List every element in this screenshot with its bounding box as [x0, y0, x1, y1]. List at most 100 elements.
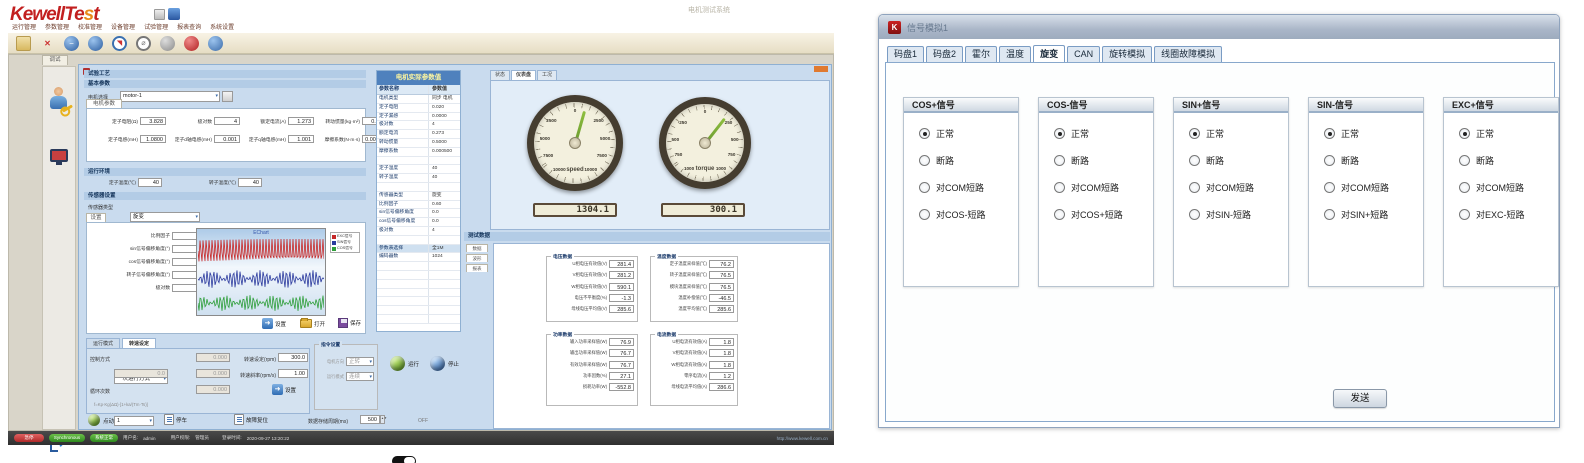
param-input[interactable]: 4 — [214, 117, 240, 125]
start-button[interactable] — [390, 356, 405, 371]
radio-icon[interactable] — [1189, 209, 1200, 220]
table-row[interactable] — [377, 271, 460, 280]
user-key-icon[interactable] — [49, 87, 71, 111]
menu-item[interactable]: 校准管理 — [78, 22, 102, 31]
estop-button[interactable]: 急停 — [14, 434, 44, 442]
signal-option[interactable]: 正常 — [1324, 127, 1423, 140]
signal-option[interactable]: 断路 — [919, 154, 1018, 167]
table-row[interactable]: 传感器类型 旋变 — [377, 192, 460, 201]
run-tab-mode[interactable]: 运行模式 — [86, 338, 120, 348]
radio-icon[interactable] — [1054, 209, 1065, 220]
run-tab-speed[interactable]: 转速设定 — [122, 338, 156, 348]
table-row[interactable]: 额定电流 0.273 — [377, 130, 460, 139]
signal-option[interactable]: 断路 — [1324, 154, 1423, 167]
gauge-tab[interactable]: 工况 — [537, 70, 557, 80]
table-row[interactable]: cos信号偏移角度 0.0 — [377, 218, 460, 227]
radio-icon[interactable] — [1189, 182, 1200, 193]
table-row[interactable] — [377, 289, 460, 298]
radio-icon[interactable] — [1054, 128, 1065, 139]
store-period-input[interactable]: 500 — [360, 415, 380, 424]
radio-icon[interactable] — [1324, 128, 1335, 139]
table-row[interactable]: 定子温度 40 — [377, 165, 460, 174]
radio-icon[interactable] — [1054, 182, 1065, 193]
radio-icon[interactable] — [919, 209, 930, 220]
gauge-tab[interactable]: 仪表盘 — [511, 70, 536, 80]
signal-option[interactable]: 对COM短路 — [919, 181, 1018, 194]
chart-open-button[interactable]: 打开 — [300, 319, 325, 328]
menu-item[interactable]: 报表查询 — [177, 22, 201, 31]
table-row[interactable]: 参数表选择 全1M — [377, 245, 460, 254]
menu-item[interactable]: 参数管理 — [45, 22, 69, 31]
signal-option[interactable]: 对COM短路 — [1054, 181, 1153, 194]
status-url[interactable]: http://www.kewell.com.cn — [777, 436, 828, 441]
table-row[interactable]: 转子温度 40 — [377, 174, 460, 183]
table-row[interactable]: 摩擦系数 0.000500 — [377, 148, 460, 157]
table-row[interactable] — [377, 306, 460, 315]
signal-option[interactable]: 断路 — [1054, 154, 1153, 167]
command-select[interactable]: 连续 — [346, 372, 374, 381]
env-input[interactable]: 40 — [238, 178, 262, 187]
radio-icon[interactable] — [1459, 209, 1470, 220]
table-row[interactable]: 定子电阻 0.020 — [377, 104, 460, 113]
table-row[interactable] — [377, 280, 460, 289]
table-row[interactable]: 电机类型 同步 电机 — [377, 95, 460, 104]
radio-icon[interactable] — [1189, 155, 1200, 166]
slope-input[interactable]: 1.00 — [278, 369, 308, 378]
signal-option[interactable]: 正常 — [1459, 127, 1558, 140]
table-row[interactable]: 比例因子 0.60 — [377, 201, 460, 210]
radio-icon[interactable] — [919, 182, 930, 193]
menu-item[interactable]: 试验管理 — [144, 22, 168, 31]
record-toggle[interactable] — [392, 456, 416, 463]
store-period-spinner[interactable]: ▲▼ — [380, 415, 385, 424]
new-file-icon[interactable] — [16, 36, 31, 51]
signal-option[interactable]: 对COM短路 — [1324, 181, 1423, 194]
signal-option[interactable]: 断路 — [1459, 154, 1558, 167]
radio-icon[interactable] — [919, 155, 930, 166]
param-input[interactable]: 1.001 — [288, 135, 314, 143]
signal-option[interactable]: 正常 — [919, 127, 1018, 140]
radio-icon[interactable] — [1189, 128, 1200, 139]
table-row[interactable]: sin信号偏移角度 0.0 — [377, 209, 460, 218]
signal-option[interactable]: 正常 — [1189, 127, 1288, 140]
radio-icon[interactable] — [919, 128, 930, 139]
menu-item[interactable]: 设备管理 — [111, 22, 135, 31]
signal-option[interactable]: 对EXC-短路 — [1459, 208, 1558, 221]
command-select[interactable]: 正转 — [346, 357, 374, 366]
signal-option[interactable]: 对SIN-短路 — [1189, 208, 1288, 221]
menu-item[interactable]: 运行管理 — [12, 22, 36, 31]
radio-icon[interactable] — [1459, 155, 1470, 166]
stop-button[interactable] — [430, 356, 445, 371]
stop-icon[interactable] — [184, 36, 199, 51]
chart-settings-button[interactable]: ➜ 设置 — [262, 318, 286, 329]
fault-reset-button[interactable]: 故障复位 — [234, 414, 268, 425]
back-icon[interactable]: − — [64, 36, 79, 51]
motor-select-browse-button[interactable] — [222, 91, 233, 102]
halt-button[interactable]: 停车 — [164, 414, 187, 425]
radio-icon[interactable] — [1324, 155, 1335, 166]
sensor-type-select[interactable]: 旋变 — [130, 212, 200, 222]
table-row[interactable]: 极对数 4 — [377, 121, 460, 130]
send-button[interactable]: 发送 — [1333, 389, 1387, 408]
menu-item[interactable]: 系统设置 — [210, 22, 234, 31]
delete-icon[interactable]: ✕ — [40, 36, 55, 51]
radio-icon[interactable] — [1324, 182, 1335, 193]
compass-icon[interactable]: ◥ — [112, 36, 127, 51]
param-input[interactable]: 0.001 — [214, 135, 240, 143]
radio-icon[interactable] — [1459, 128, 1470, 139]
results-mini-tab[interactable]: 数据 — [466, 244, 488, 252]
sensor-settings-tab[interactable]: 设置 — [86, 213, 106, 222]
signal-option[interactable]: 断路 — [1189, 154, 1288, 167]
param-input[interactable]: 1.0800 — [140, 135, 166, 143]
signal-option[interactable]: 正常 — [1054, 127, 1153, 140]
signal-option[interactable]: 对COS+短路 — [1054, 208, 1153, 221]
signal-sim-titlebar[interactable]: K 信号模拟1 — [879, 15, 1559, 39]
monitor-icon[interactable] — [50, 149, 68, 162]
workspace-tab-debug[interactable]: 调试 — [42, 55, 68, 65]
results-mini-tab[interactable]: 波形 — [466, 254, 488, 262]
table-row[interactable] — [377, 297, 460, 306]
table-row[interactable] — [377, 236, 460, 245]
table-row[interactable] — [377, 315, 460, 324]
signal-option[interactable]: 对COM短路 — [1189, 181, 1288, 194]
table-row[interactable]: 定子漏感 0.0000 — [377, 113, 460, 122]
table-row[interactable] — [377, 183, 460, 192]
